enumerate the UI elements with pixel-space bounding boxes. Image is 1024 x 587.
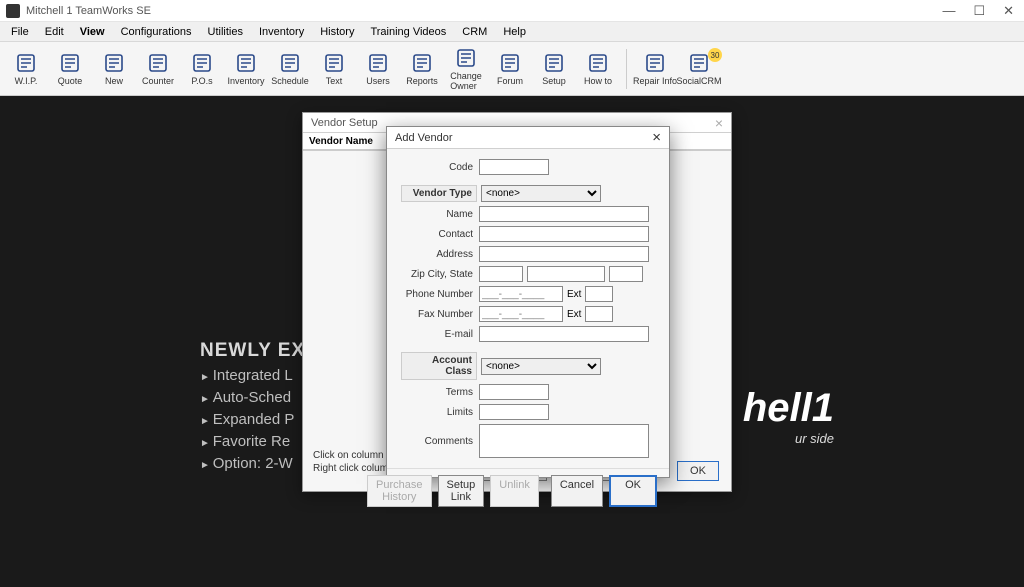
- toolbar-change-owner[interactable]: ChangeOwner: [446, 46, 486, 91]
- menu-edit[interactable]: Edit: [38, 24, 71, 40]
- limits-input[interactable]: [479, 404, 549, 420]
- comments-input[interactable]: [479, 424, 649, 458]
- toolbar-new[interactable]: New: [94, 51, 134, 86]
- window-maximize[interactable]: ☐: [973, 3, 985, 19]
- account-class-select[interactable]: <none>: [481, 358, 601, 375]
- cancel-button[interactable]: Cancel: [551, 475, 603, 507]
- toolbar-p-o-s[interactable]: P.O.s: [182, 51, 222, 86]
- vendor-type-select[interactable]: <none>: [481, 185, 601, 202]
- address-input[interactable]: [479, 246, 649, 262]
- window-minimize[interactable]: —: [942, 3, 955, 19]
- window-close[interactable]: ✕: [1003, 3, 1014, 19]
- content-area: NEWLY EXP Integrated L Auto-Sched Expanded…: [0, 96, 1024, 587]
- toolbar-counter[interactable]: Counter: [138, 51, 178, 86]
- phone-input[interactable]: [479, 286, 563, 302]
- promo-line: Expanded P: [200, 411, 319, 428]
- toolbar-w-i-p-[interactable]: W.I.P.: [6, 51, 46, 86]
- menu-utilities[interactable]: Utilities: [201, 24, 250, 40]
- toolbar: W.I.P.QuoteNewCounterP.O.sInventorySched…: [0, 42, 1024, 96]
- toolbar-forum[interactable]: Forum: [490, 51, 530, 86]
- menu-file[interactable]: File: [4, 24, 36, 40]
- promo-line: Option: 2-W: [200, 455, 319, 472]
- menu-crm[interactable]: CRM: [455, 24, 494, 40]
- brand-logo: hell1 ur side: [743, 386, 834, 446]
- contact-input[interactable]: [479, 226, 649, 242]
- toolbar-inventory[interactable]: Inventory: [226, 51, 266, 86]
- name-input[interactable]: [479, 206, 649, 222]
- menu-bar: FileEditViewConfigurationsUtilitiesInven…: [0, 22, 1024, 42]
- close-icon[interactable]: ×: [715, 115, 723, 131]
- promo-line: Favorite Re: [200, 433, 319, 450]
- app-icon: [6, 4, 20, 18]
- menu-view[interactable]: View: [73, 24, 112, 40]
- toolbar-quote[interactable]: Quote: [50, 51, 90, 86]
- menu-inventory[interactable]: Inventory: [252, 24, 311, 40]
- toolbar-schedule[interactable]: Schedule: [270, 51, 310, 86]
- add-vendor-title: Add Vendor: [395, 132, 453, 144]
- toolbar-repair-info[interactable]: Repair Info: [635, 51, 675, 86]
- promo-line: Auto-Sched: [200, 389, 319, 406]
- unlink-button: Unlink: [490, 475, 539, 507]
- toolbar-socialcrm[interactable]: SocialCRM30: [679, 51, 719, 86]
- toolbar-how-to[interactable]: How to: [578, 51, 618, 86]
- add-vendor-dialog: Add Vendor × Code Vendor Type<none> Name…: [386, 126, 670, 478]
- ok-button[interactable]: OK: [677, 461, 719, 481]
- toolbar-text[interactable]: Text: [314, 51, 354, 86]
- window-title: Mitchell 1 TeamWorks SE: [26, 5, 151, 17]
- zip-input[interactable]: [479, 266, 523, 282]
- window-titlebar: Mitchell 1 TeamWorks SE — ☐ ✕: [0, 0, 1024, 22]
- toolbar-reports[interactable]: Reports: [402, 51, 442, 86]
- code-input[interactable]: [479, 159, 549, 175]
- menu-history[interactable]: History: [313, 24, 361, 40]
- fax-ext-input[interactable]: [585, 306, 613, 322]
- terms-input[interactable]: [479, 384, 549, 400]
- menu-help[interactable]: Help: [496, 24, 533, 40]
- ok-button[interactable]: OK: [609, 475, 657, 507]
- promo-line: Integrated L: [200, 367, 319, 384]
- toolbar-users[interactable]: Users: [358, 51, 398, 86]
- purchase-history-button: Purchase History: [367, 475, 431, 507]
- setup-link-button[interactable]: Setup Link: [438, 475, 485, 507]
- promo-heading: NEWLY EXP: [200, 340, 319, 362]
- state-input[interactable]: [609, 266, 643, 282]
- background-promo: NEWLY EXP Integrated L Auto-Sched Expanded…: [200, 340, 319, 472]
- close-icon[interactable]: ×: [652, 129, 661, 146]
- phone-ext-input[interactable]: [585, 286, 613, 302]
- menu-configurations[interactable]: Configurations: [114, 24, 199, 40]
- city-input[interactable]: [527, 266, 605, 282]
- menu-training-videos[interactable]: Training Videos: [363, 24, 453, 40]
- fax-input[interactable]: [479, 306, 563, 322]
- email-input[interactable]: [479, 326, 649, 342]
- toolbar-setup[interactable]: Setup: [534, 51, 574, 86]
- vendor-setup-title: Vendor Setup: [311, 117, 378, 129]
